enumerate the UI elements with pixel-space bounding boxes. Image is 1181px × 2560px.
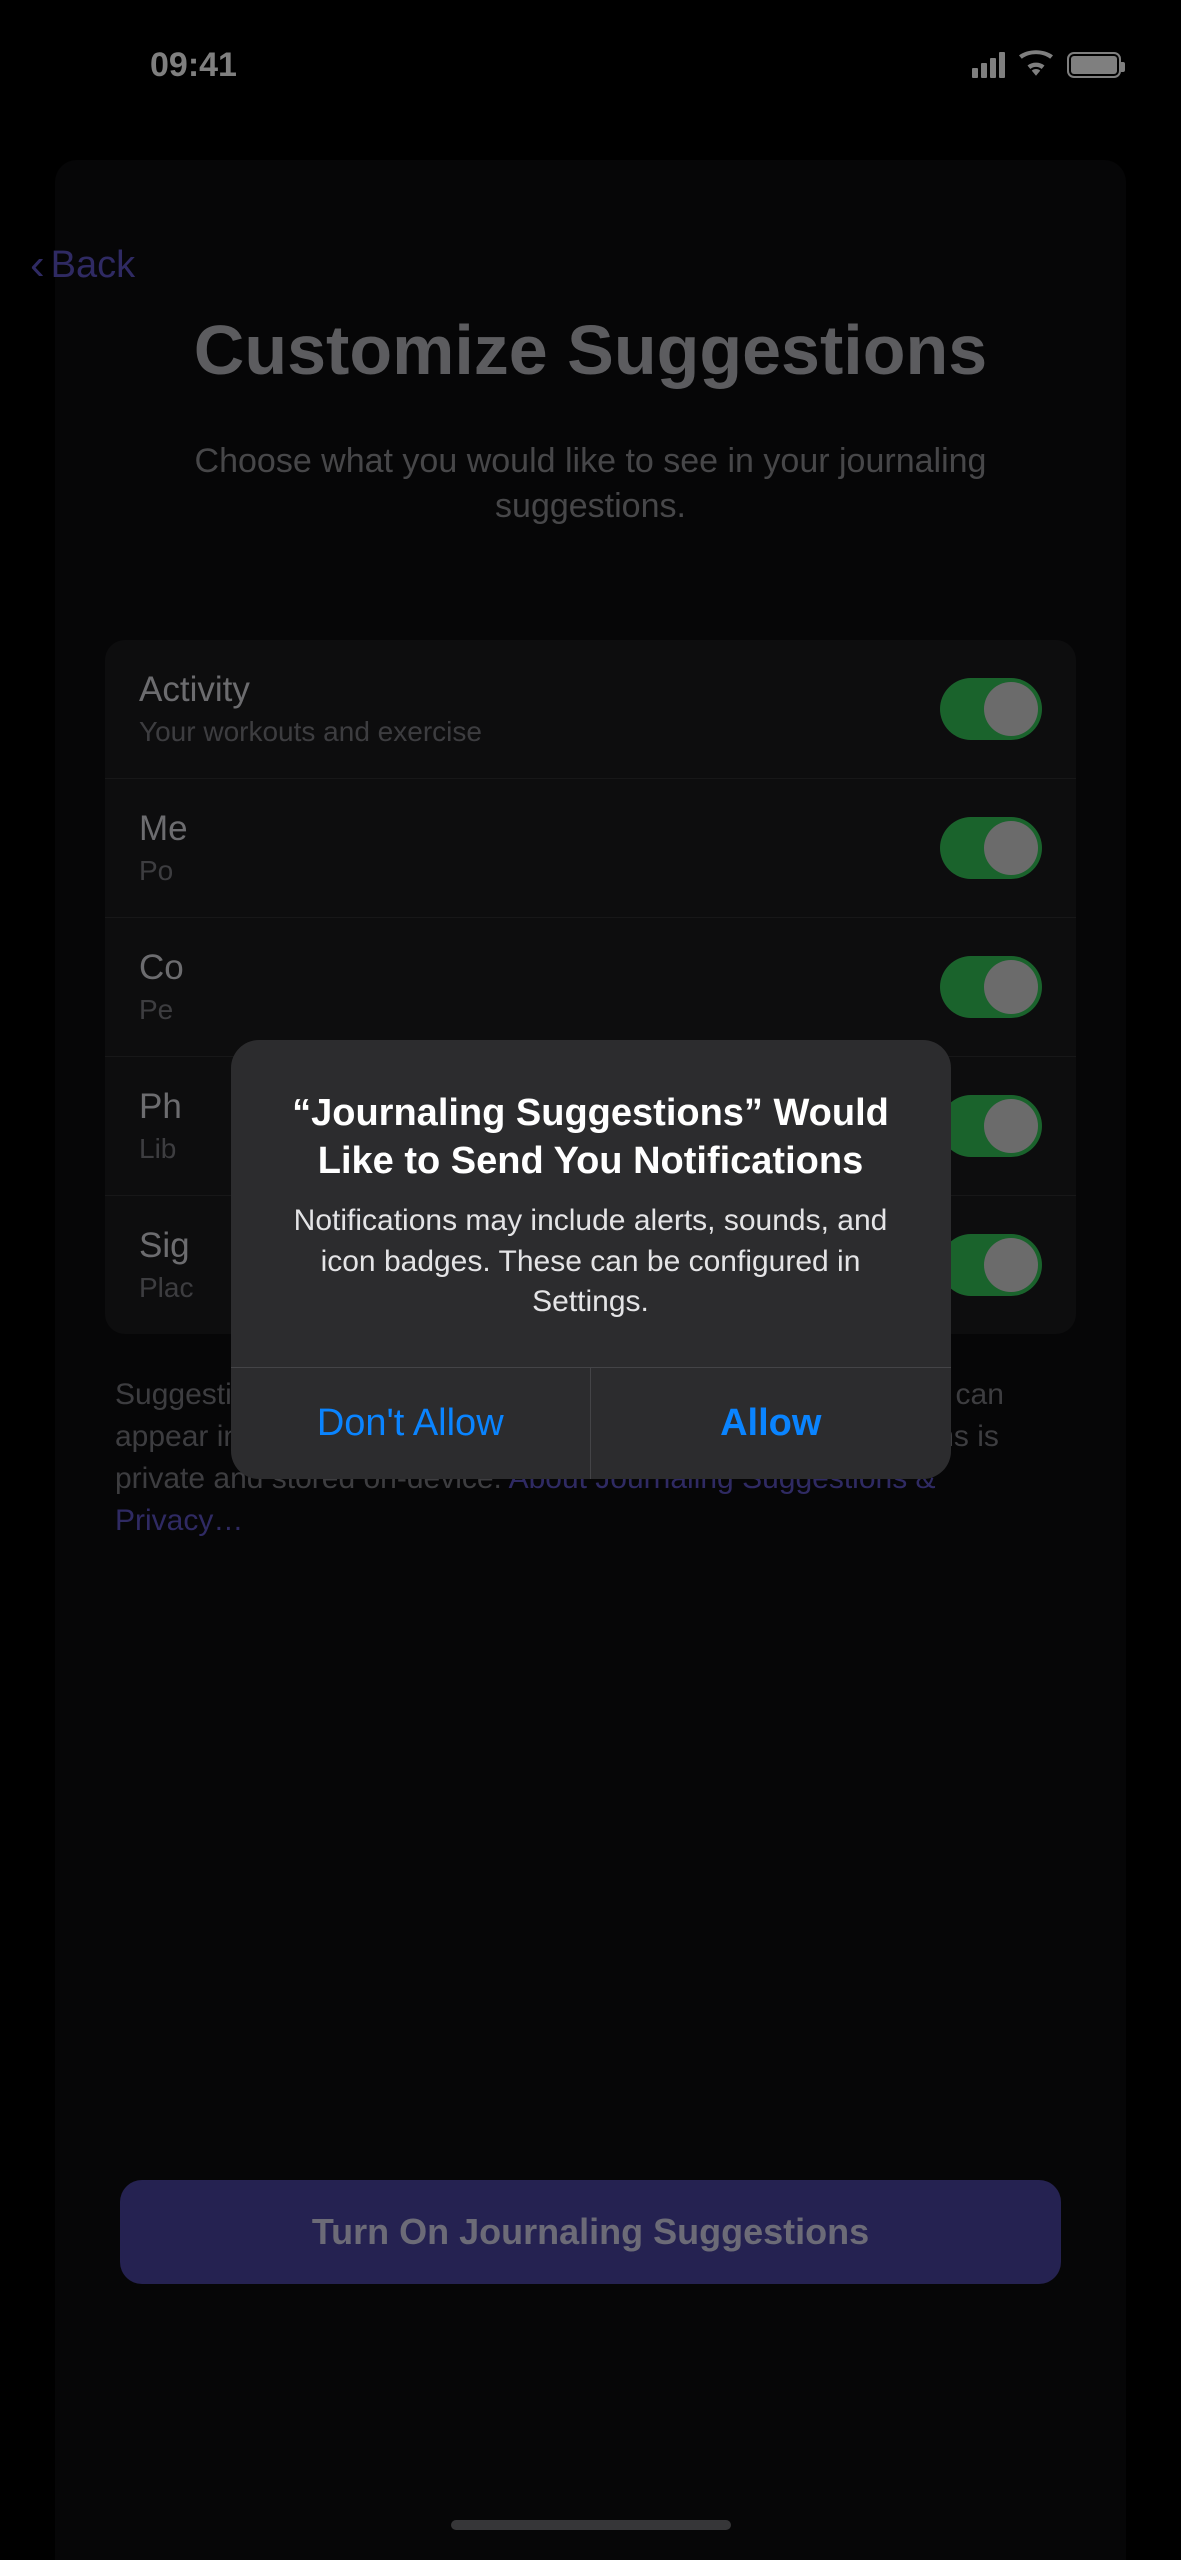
notification-permission-alert: “Journaling Suggestions” Would Like to S… xyxy=(231,1040,951,1479)
allow-button[interactable]: Allow xyxy=(591,1368,951,1479)
alert-title: “Journaling Suggestions” Would Like to S… xyxy=(275,1090,907,1185)
alert-message: Notifications may include alerts, sounds… xyxy=(275,1201,907,1323)
dont-allow-button[interactable]: Don't Allow xyxy=(231,1368,592,1479)
